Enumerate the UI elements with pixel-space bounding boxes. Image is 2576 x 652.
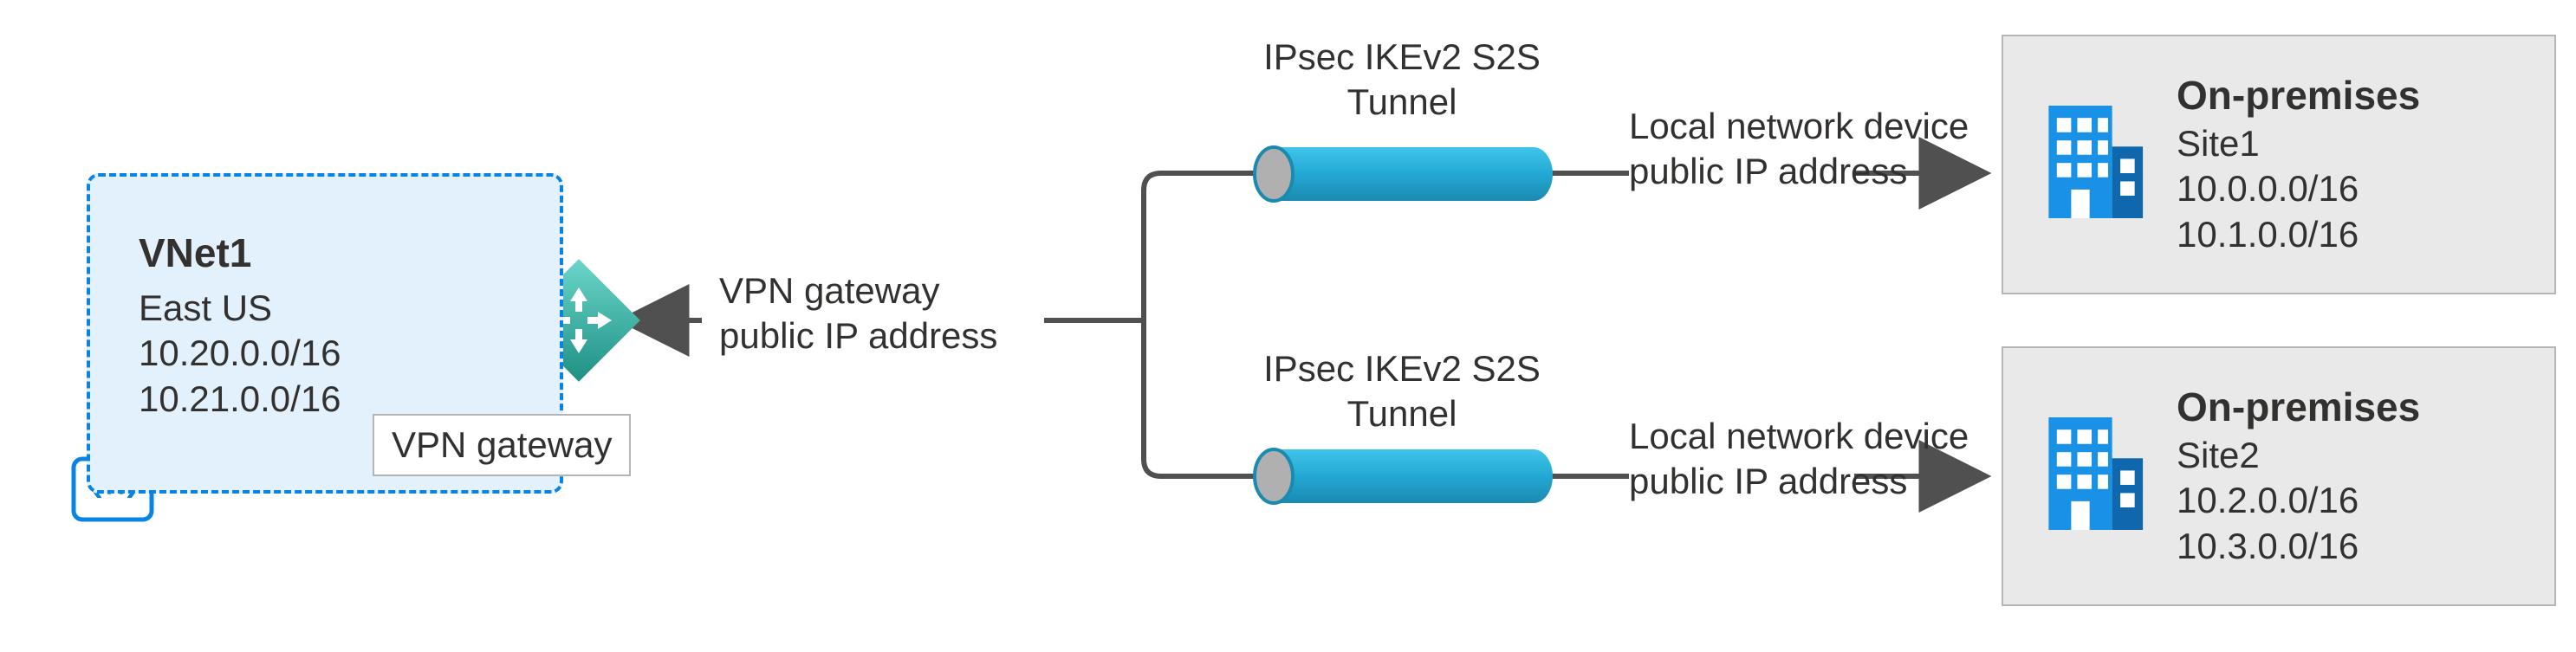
gateway-public-ip-line1: VPN gateway [719,268,939,314]
tunnel-top-line1: IPsec IKEv2 S2S [1237,35,1567,81]
vnet-region: East US [139,286,511,332]
tunnel-bottom [1255,449,1629,503]
building-icon [2040,106,2144,218]
onprem2-title: On-premises [2177,383,2520,433]
onprem2-cidr2: 10.3.0.0/16 [2177,524,2520,570]
local-device-bottom-line1: Local network device [1629,414,1969,460]
building-icon [2040,417,2144,530]
local-device-top-line1: Local network device [1629,104,1969,150]
local-device-bottom-line2: public IP address [1629,459,1907,505]
tunnel-bottom-line2: Tunnel [1237,391,1567,437]
onprem1-cidr1: 10.0.0.0/16 [2177,166,2520,212]
vnet-title: VNet1 [139,229,511,279]
vpn-gateway-label: VPN gateway [373,414,631,476]
onprem2-site: Site2 [2177,433,2520,479]
tunnel-top [1255,147,1629,201]
onprem1-cidr2: 10.1.0.0/16 [2177,212,2520,258]
onprem1-title: On-premises [2177,71,2520,121]
onprem-site1-box: On-premises Site1 10.0.0.0/16 10.1.0.0/1… [2002,35,2556,294]
onprem1-site: Site1 [2177,121,2520,167]
gateway-public-ip-line2: public IP address [719,313,997,359]
vnet-cidr-1: 10.20.0.0/16 [139,331,511,377]
tunnel-top-line2: Tunnel [1237,80,1567,126]
branch-top [1144,173,1256,320]
local-device-top-line2: public IP address [1629,149,1907,195]
onprem-site2-box: On-premises Site2 10.2.0.0/16 10.3.0.0/1… [2002,346,2556,606]
onprem2-cidr1: 10.2.0.0/16 [2177,478,2520,524]
tunnel-bottom-line1: IPsec IKEv2 S2S [1237,346,1567,392]
